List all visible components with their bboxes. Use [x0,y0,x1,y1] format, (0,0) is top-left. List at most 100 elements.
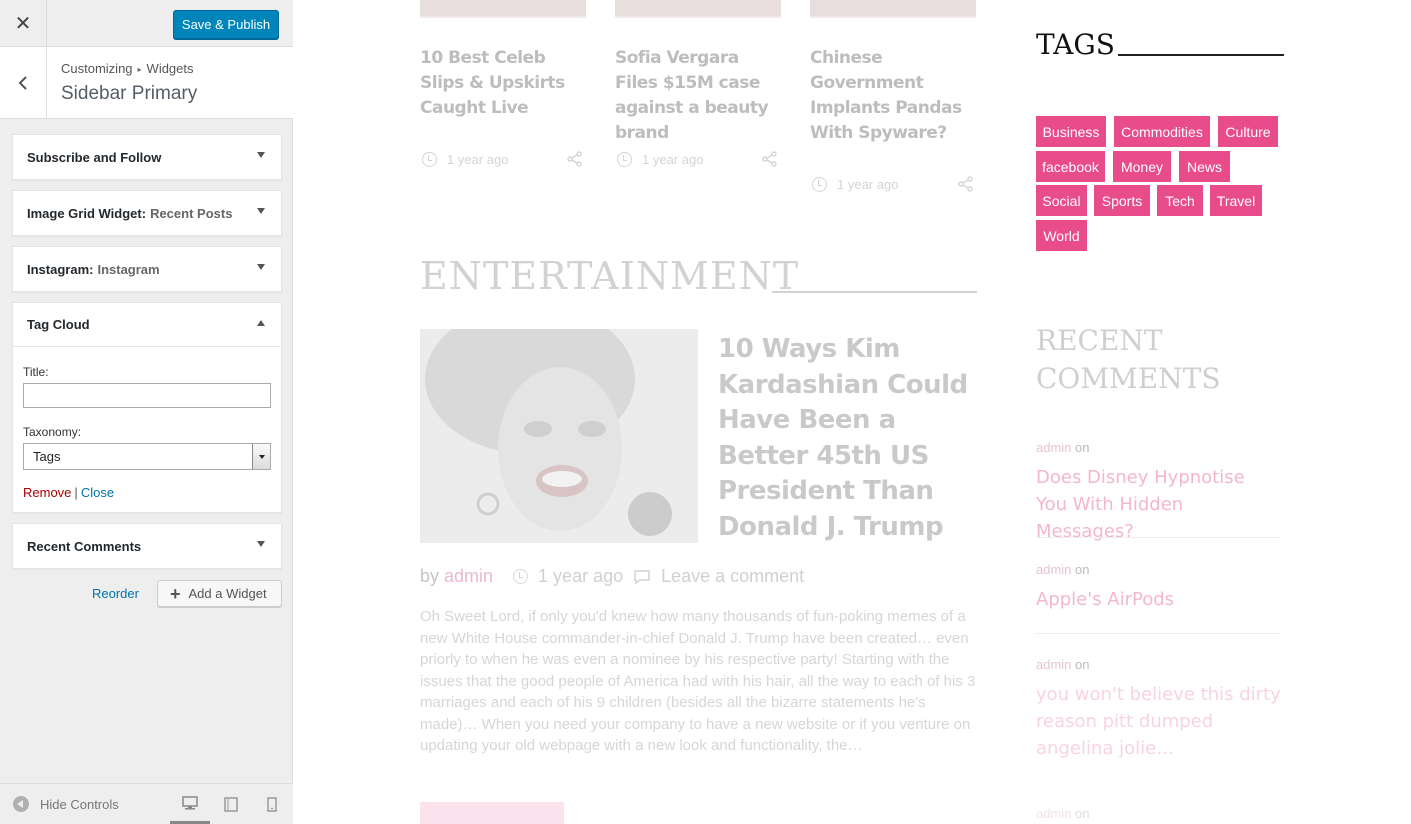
breadcrumb-root: Customizing [61,61,133,76]
mobile-preview-button[interactable] [252,784,292,824]
clock-icon [812,177,827,192]
customizer-panel: ✕ Save & Publish Customizing ▸ Widgets Sid… [0,0,293,824]
widget-header[interactable]: Instagram: Instagram [13,247,281,291]
comment-author: admin on [1036,562,1090,577]
widget-header[interactable]: Recent Comments [13,524,281,568]
related-post-title[interactable]: Chinese Government Implants Pandas With … [810,46,976,146]
tablet-preview-button[interactable] [211,784,251,824]
comment-author-link[interactable]: admin [1036,657,1071,672]
share-icon[interactable] [567,151,583,167]
reorder-link[interactable]: Reorder [92,586,139,601]
chevron-down-icon[interactable] [257,264,265,270]
remove-widget-link[interactable]: Remove [23,485,71,500]
close-widget-link[interactable]: Close [81,485,114,500]
heading-line: COMMENTS [1036,362,1221,395]
comment-divider [1036,633,1281,634]
article-time: 1 year ago [538,566,624,586]
widget-title: Instagram: [27,261,94,277]
comment-author: admin on [1036,806,1090,821]
post-time: 1 year ago [837,177,899,192]
tablet-icon [224,796,238,812]
post-meta: 1 year ago [422,152,508,167]
comment-author-link[interactable]: admin [1036,562,1071,577]
widget-title: Image Grid Widget: [27,205,147,221]
tag-tech[interactable]: Tech [1157,185,1203,216]
chevron-up-icon[interactable] [257,320,265,326]
author-link[interactable]: admin [444,566,493,587]
desktop-preview-button[interactable] [170,784,210,824]
add-widget-button[interactable]: + Add a Widget [157,580,282,607]
tag-news[interactable]: News [1179,151,1230,182]
site-preview: 10 Best Celeb Slips & Upskirts Caught Li… [294,0,1411,824]
taxonomy-label: Taxonomy: [23,425,82,439]
section-header: Customizing ▸ Widgets Sidebar Primary [0,47,293,119]
hide-controls-button[interactable]: Hide Controls [13,796,119,812]
clock-icon [422,152,437,167]
comment-divider [1036,537,1281,538]
tag-facebook[interactable]: facebook [1036,151,1105,182]
dropdown-arrow-icon[interactable] [252,444,270,469]
tag-travel[interactable]: Travel [1210,185,1262,216]
breadcrumb: Customizing ▸ Widgets [61,61,194,76]
tag-world[interactable]: World [1036,220,1087,251]
title-input[interactable] [23,383,271,408]
close-customizer-button[interactable]: ✕ [0,0,47,47]
save-publish-button[interactable]: Save & Publish [173,10,279,39]
post-thumbnail[interactable] [615,0,781,18]
portrait-image [420,329,698,543]
desktop-icon [182,795,198,809]
share-icon[interactable] [958,176,974,192]
widget-header[interactable]: Subscribe and Follow [13,135,281,179]
share-icon[interactable] [762,151,778,167]
back-button[interactable] [0,47,47,118]
post-meta: 1 year ago [812,177,898,192]
add-widget-label: Add a Widget [188,586,267,601]
comment-post-link[interactable]: Apple's AirPods [1036,586,1281,613]
chevron-down-icon[interactable] [257,208,265,214]
taxonomy-select[interactable]: Tags [23,443,271,470]
comment-post-link[interactable]: Does Disney Hypnotise You With Hidden Me… [1036,464,1281,545]
collapse-icon [13,796,29,812]
widget-actions: Remove | Close [23,485,271,500]
widget-tag-cloud: Tag Cloud Title: Taxonomy: Tags Remove | C… [12,302,282,513]
widget-form: Title: Taxonomy: Tags Remove | Close [13,347,281,512]
comment-author-link[interactable]: admin [1036,806,1071,821]
article-title[interactable]: 10 Ways Kim Kardashian Could Have Been a… [718,332,978,545]
featured-image[interactable] [420,329,698,543]
widget-header[interactable]: Image Grid Widget: Recent Posts [13,191,281,235]
widget-subtitle: Instagram [97,261,160,277]
recent-comments-heading: RECENT COMMENTS [1036,322,1221,398]
post-time: 1 year ago [642,152,704,167]
customizer-header: ✕ Save & Publish [0,0,293,47]
plus-icon: + [170,583,181,604]
on-label: on [1075,440,1090,455]
clock-icon [513,569,529,584]
hide-controls-label: Hide Controls [40,796,119,812]
chevron-down-icon[interactable] [257,541,265,547]
widget-title: Subscribe and Follow [27,149,162,165]
read-more-button[interactable] [420,802,564,824]
title-label: Title: [23,365,49,379]
widget-header[interactable]: Tag Cloud [13,303,281,347]
related-post-title[interactable]: 10 Best Celeb Slips & Upskirts Caught Li… [420,46,586,121]
tag-business[interactable]: Business [1036,116,1106,147]
post-thumbnail[interactable] [420,0,586,18]
tag-social[interactable]: Social [1036,185,1087,216]
comment-author-link[interactable]: admin [1036,440,1071,455]
chevron-down-icon[interactable] [257,152,265,158]
section-title: Sidebar Primary [61,83,198,104]
tags-heading: TAGS [1036,28,1115,61]
comment-post-link[interactable]: you won't believe this dirty reason pitt… [1036,681,1281,762]
post-thumbnail[interactable] [810,0,976,18]
related-post-title[interactable]: Sofia Vergara Files $15M case against a … [615,46,781,146]
tag-money[interactable]: Money [1113,151,1171,182]
comment-author: admin on [1036,440,1090,455]
tag-sports[interactable]: Sports [1094,185,1150,216]
on-label: on [1075,562,1090,577]
tag-commodities[interactable]: Commodities [1114,116,1210,147]
article-excerpt: Oh Sweet Lord, if only you'd knew how ma… [420,608,976,754]
on-label: on [1075,657,1090,672]
tag-culture[interactable]: Culture [1218,116,1278,147]
breadcrumb-section: Widgets [146,61,194,76]
leave-comment-link[interactable]: Leave a comment [661,566,804,587]
